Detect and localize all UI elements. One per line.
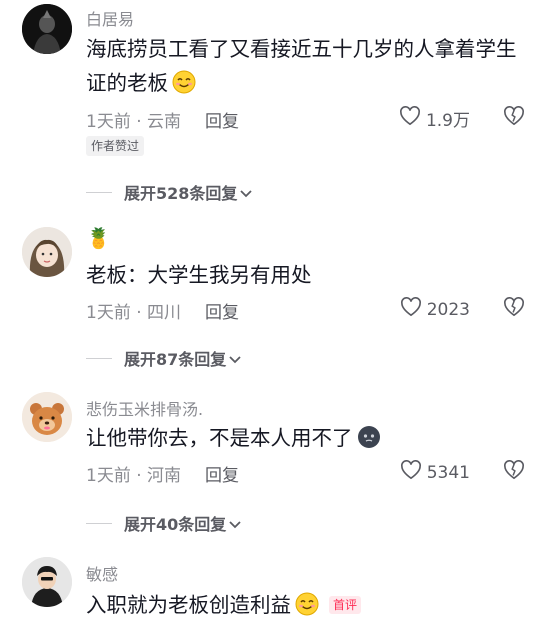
like-button[interactable]: 2023: [400, 297, 470, 322]
comment-meta: 1天前 · 四川 回复: [86, 298, 239, 323]
chevron-down-icon: [228, 349, 242, 368]
comment-text: 入职就为老板创造利益 首评: [86, 588, 526, 619]
broken-heart-icon: [503, 297, 525, 321]
divider: [86, 357, 112, 359]
dark-blob-emoji: [357, 425, 381, 459]
comment-meta: 1天前 · 云南 回复: [86, 107, 239, 132]
comment-meta: 1天前 · 河南 回复: [86, 461, 239, 486]
avatar[interactable]: [22, 4, 72, 54]
expand-replies-label: 展开87条回复: [124, 350, 227, 369]
reply-button[interactable]: 回复: [205, 466, 239, 486]
expand-replies-label: 展开40条回复: [124, 515, 227, 534]
dislike-button[interactable]: [503, 297, 525, 321]
heart-icon: [399, 106, 421, 131]
comment-text-content: 海底捞员工看了又看接近五十几岁的人拿着学生证的老板: [86, 37, 517, 95]
like-count: 1.9万: [425, 111, 470, 131]
expand-replies-label: 展开528条回复: [124, 184, 238, 203]
avatar[interactable]: [22, 392, 72, 442]
expand-replies-button[interactable]: 展开40条回复: [86, 511, 242, 535]
reply-button[interactable]: 回复: [205, 112, 239, 132]
chevron-down-icon: [228, 514, 242, 533]
comment-time-location: 1天前 · 河南: [86, 466, 182, 486]
comment-text-content: 入职就为老板创造利益: [86, 593, 291, 617]
comment-text-content: 让他带你去，不是本人用不了: [86, 426, 353, 450]
avatar[interactable]: [22, 557, 72, 607]
smiling-face-emoji: [172, 70, 196, 104]
first-comment-badge: 首评: [329, 596, 362, 614]
broken-heart-icon: [503, 460, 525, 484]
like-count: 2023: [426, 299, 470, 320]
comment-time-location: 1天前 · 云南: [86, 112, 182, 132]
comment-username[interactable]: 悲伤玉米排骨汤.: [86, 396, 203, 420]
chevron-down-icon: [239, 183, 253, 202]
like-button[interactable]: 5341: [400, 460, 470, 485]
avatar[interactable]: [22, 227, 72, 277]
like-count: 5341: [426, 462, 470, 483]
comment-text: 海底捞员工看了又看接近五十几岁的人拿着学生证的老板: [86, 32, 526, 104]
reply-button[interactable]: 回复: [205, 303, 239, 323]
expand-replies-button[interactable]: 展开528条回复: [86, 180, 253, 204]
smiling-face-emoji: [295, 592, 319, 619]
broken-heart-icon: [503, 106, 525, 130]
dislike-button[interactable]: [503, 460, 525, 484]
author-liked-tag: 作者赞过: [86, 136, 145, 156]
divider: [86, 522, 112, 524]
expand-replies-button[interactable]: 展开87条回复: [86, 346, 242, 370]
divider: [86, 191, 112, 193]
comment-time-location: 1天前 · 四川: [86, 303, 182, 323]
comment-text: 让他带你去，不是本人用不了: [86, 421, 526, 459]
comment-username[interactable]: 🍍: [86, 226, 111, 250]
like-button[interactable]: 1.9万: [399, 106, 470, 131]
heart-icon: [400, 297, 422, 322]
dislike-button[interactable]: [503, 106, 525, 130]
comment-username[interactable]: 白居易: [86, 6, 134, 30]
comment-username[interactable]: 敏感: [86, 561, 118, 585]
comment-text-content: 老板：大学生我另有用处: [86, 263, 312, 287]
comment-text: 老板：大学生我另有用处: [86, 258, 526, 292]
heart-icon: [400, 460, 422, 485]
